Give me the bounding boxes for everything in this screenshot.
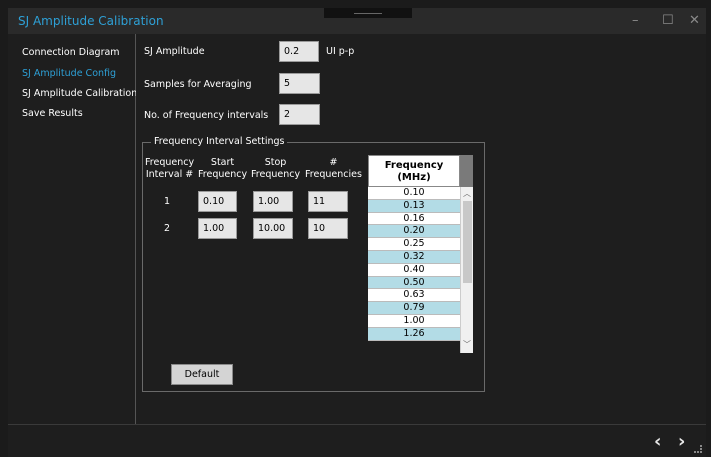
- sidebar-item-connection-diagram[interactable]: Connection Diagram: [22, 47, 120, 58]
- frequency-table-header: Frequency (MHz): [368, 155, 460, 187]
- frequency-row[interactable]: 0.40: [368, 263, 460, 277]
- sidebar-item-sj-amplitude-calibration[interactable]: SJ Amplitude Calibration: [22, 88, 137, 99]
- maximize-button[interactable]: ☐: [662, 13, 674, 28]
- minimize-button[interactable]: –: [632, 13, 639, 28]
- interval-1-label: 1: [164, 196, 171, 207]
- next-page-icon[interactable]: ›: [678, 431, 685, 452]
- resize-grip-icon[interactable]: [694, 445, 702, 453]
- frequency-interval-settings: Frequency Interval Settings Frequency Int…: [142, 136, 485, 392]
- frequency-row[interactable]: 0.79: [368, 302, 460, 315]
- col-header-interval: Frequency Interval #: [145, 157, 195, 180]
- window-title: SJ Amplitude Calibration: [18, 14, 164, 28]
- frequency-row[interactable]: 0.32: [368, 250, 460, 264]
- scroll-down-icon[interactable]: ﹀: [463, 339, 471, 350]
- frequency-row[interactable]: 0.16: [368, 212, 460, 226]
- window-drag-handle[interactable]: [324, 8, 412, 18]
- config-panel: SJ Amplitude 0.2 UI p-p Samples for Aver…: [136, 34, 706, 424]
- frequency-row[interactable]: 0.63: [368, 289, 460, 303]
- col-header-count: # Frequencies: [305, 157, 362, 180]
- sidebar-item-sj-amplitude-config[interactable]: SJ Amplitude Config: [22, 68, 116, 79]
- samples-label: Samples for Averaging: [144, 79, 252, 90]
- close-button[interactable]: ✕: [689, 13, 700, 28]
- interval-1-stop-input[interactable]: 1.00: [253, 191, 293, 212]
- col-header-start: Start Frequency: [198, 157, 248, 180]
- samples-input[interactable]: 5: [279, 73, 320, 94]
- sj-amplitude-label: SJ Amplitude: [144, 46, 205, 57]
- previous-page-icon[interactable]: ‹: [654, 431, 661, 452]
- sidebar-item-save-results[interactable]: Save Results: [22, 108, 83, 119]
- default-button[interactable]: Default: [171, 364, 233, 385]
- frequency-table-scrollbar[interactable]: ︿ ﹀: [460, 187, 473, 353]
- title-bar: SJ Amplitude Calibration – ☐ ✕: [8, 8, 706, 34]
- intervals-input[interactable]: 2: [279, 104, 320, 125]
- interval-2-stop-input[interactable]: 10.00: [253, 218, 293, 239]
- intervals-label: No. of Frequency intervals: [144, 110, 269, 121]
- scrollbar-thumb[interactable]: [463, 201, 472, 283]
- interval-1-start-input[interactable]: 0.10: [198, 191, 237, 212]
- frequency-row[interactable]: 0.50: [368, 276, 460, 290]
- frequency-row[interactable]: 1.00: [368, 314, 460, 328]
- col-header-stop: Stop Frequency: [251, 157, 301, 180]
- interval-2-count-input[interactable]: 10: [308, 218, 348, 239]
- sj-amplitude-input[interactable]: 0.2: [279, 41, 319, 62]
- frequency-row[interactable]: 0.10: [368, 187, 460, 200]
- scroll-up-icon[interactable]: ︿: [463, 188, 471, 199]
- frequency-row[interactable]: 0.13: [368, 199, 460, 213]
- group-title: Frequency Interval Settings: [151, 136, 288, 147]
- frequency-table-body: 0.10 0.13 0.16 0.20 0.25 0.32 0.40 0.50 …: [368, 187, 460, 341]
- frequency-row[interactable]: 0.20: [368, 225, 460, 239]
- frequency-table[interactable]: Frequency (MHz) 0.10 0.13 0.16 0.20 0.25 …: [368, 155, 473, 353]
- interval-2-start-input[interactable]: 1.00: [198, 218, 237, 239]
- sj-amplitude-unit: UI p-p: [326, 46, 355, 57]
- interval-1-count-input[interactable]: 11: [308, 191, 348, 212]
- frequency-row[interactable]: 1.26: [368, 327, 460, 341]
- frequency-row[interactable]: 0.25: [368, 238, 460, 251]
- sidebar: Connection Diagram SJ Amplitude Config S…: [8, 34, 137, 424]
- interval-2-label: 2: [164, 223, 171, 234]
- footer-bar: ‹ ›: [8, 424, 706, 457]
- frequency-table-header-filler: [460, 155, 473, 187]
